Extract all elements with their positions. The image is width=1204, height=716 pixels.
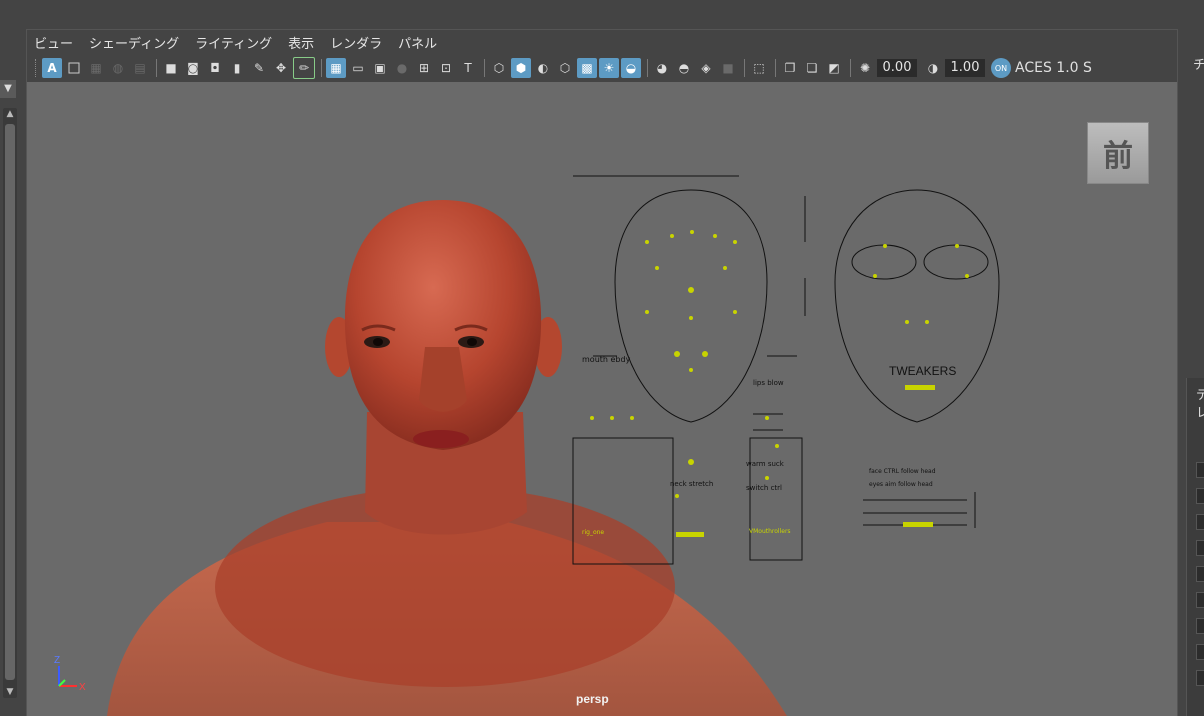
menu-shading[interactable]: シェーディング xyxy=(89,33,179,52)
smooth-shade-icon[interactable]: ⬢ xyxy=(511,58,531,78)
wireframe-on-shaded-icon[interactable]: ⬡ xyxy=(555,58,575,78)
isolate-select-icon[interactable]: ⬚ xyxy=(749,58,769,78)
xray-icon[interactable]: ❐ xyxy=(780,58,800,78)
separator xyxy=(156,59,157,77)
separator xyxy=(850,59,851,77)
menu-lighting[interactable]: ライティング xyxy=(195,33,272,52)
gate-mask-icon[interactable]: ● xyxy=(392,58,412,78)
select-camera-icon[interactable]: A xyxy=(42,58,62,78)
panel-menubar: ビュー シェーディング ライティング 表示 レンダラ パネル xyxy=(27,30,453,54)
rig-name-label: rig_one xyxy=(582,529,605,536)
color-management-icon[interactable]: ON xyxy=(991,58,1011,78)
separator xyxy=(321,59,322,77)
xray-joints-icon[interactable]: ❏ xyxy=(802,58,822,78)
separator xyxy=(484,59,485,77)
camera-icon[interactable]: ■ xyxy=(161,58,181,78)
right-checkbox[interactable] xyxy=(1196,566,1204,582)
anti-aliasing-icon[interactable]: ◈ xyxy=(696,58,716,78)
left-scrollbar[interactable]: ▲ ▼ xyxy=(3,108,17,698)
dropdown-arrow-icon[interactable]: ▼ xyxy=(0,80,16,98)
scroll-up-icon[interactable]: ▲ xyxy=(3,108,17,120)
slider-bar xyxy=(903,522,933,527)
right-panel-title: チ xyxy=(1193,58,1204,73)
slider2-label: eyes aim follow head xyxy=(869,481,933,488)
separator xyxy=(647,59,648,77)
title-strip xyxy=(0,0,1204,26)
tweakers-label: TWEAKERS xyxy=(889,364,957,378)
default-material-icon[interactable]: ◐ xyxy=(533,58,553,78)
bookmarks-icon[interactable]: ▦ xyxy=(86,58,106,78)
right-label-1: デ xyxy=(1196,388,1204,403)
separator xyxy=(775,59,776,77)
separator xyxy=(744,59,745,77)
viewport-3d[interactable]: TWEAKERS mouth ebdy lips blow neck stret… xyxy=(27,82,1177,716)
view-previous-icon[interactable]: ▤ xyxy=(130,58,150,78)
toolbar-grip xyxy=(35,59,39,77)
mouth-bar xyxy=(676,532,704,537)
switch-label: switch ctrl xyxy=(746,484,782,492)
camera-track-icon[interactable]: ◙ xyxy=(183,58,203,78)
feature-label: VMouthrollers xyxy=(749,528,791,535)
right-checkbox[interactable] xyxy=(1196,488,1204,504)
right-checkbox[interactable] xyxy=(1196,644,1204,660)
neck-stretch-label: neck stretch xyxy=(670,480,714,488)
left-pupil xyxy=(373,338,383,346)
xray-components-icon[interactable]: ◩ xyxy=(824,58,844,78)
textured-icon[interactable]: ▩ xyxy=(577,58,597,78)
right-pupil xyxy=(467,338,477,346)
color-space-dropdown[interactable]: ACES 1.0 S xyxy=(1015,60,1092,76)
right-checkbox[interactable] xyxy=(1196,540,1204,556)
gamma-icon[interactable]: ◑ xyxy=(923,58,943,78)
film-gate-icon[interactable]: ▭ xyxy=(348,58,368,78)
mouth xyxy=(413,430,469,448)
grease-pencil-icon[interactable]: ✎ xyxy=(249,58,269,78)
tweakers-bar xyxy=(905,385,935,390)
image-plane-icon[interactable]: ◍ xyxy=(108,58,128,78)
viewport-scene xyxy=(107,175,1000,716)
lips-blow-label: lips blow xyxy=(753,379,784,387)
scroll-down-icon[interactable]: ▼ xyxy=(3,686,17,698)
motion-blur-icon[interactable]: ◓ xyxy=(674,58,694,78)
2d-pan-icon[interactable]: ✥ xyxy=(271,58,291,78)
shadows-icon[interactable]: ◒ xyxy=(621,58,641,78)
axis-z-label: Z xyxy=(54,655,60,666)
grid-icon[interactable]: ▦ xyxy=(326,58,346,78)
mouth-label: mouth ebdy xyxy=(582,355,631,364)
right-checkbox[interactable] xyxy=(1196,592,1204,608)
scroll-thumb[interactable] xyxy=(5,124,15,680)
right-label-2: レ xyxy=(1196,406,1204,421)
menu-view[interactable]: ビュー xyxy=(34,33,73,52)
panel-toolbar: A ▦ ◍ ▤ ■ ◙ ◘ ▮ ✎ ✥ ✏ ▦ ▭ ▣ ● ⊞ ⊡ T ⬡ ⬢ … xyxy=(27,54,1179,82)
menu-show[interactable]: 表示 xyxy=(288,33,314,52)
axis-gizmo-icon: Z X xyxy=(54,655,86,692)
wireframe-icon[interactable]: ⬡ xyxy=(489,58,509,78)
safe-title-icon[interactable]: T xyxy=(458,58,478,78)
right-checkbox[interactable] xyxy=(1196,462,1204,478)
nose xyxy=(419,347,467,412)
gamma-field[interactable]: 1.00 xyxy=(945,59,985,77)
menu-panels[interactable]: パネル xyxy=(398,33,437,52)
exposure-icon[interactable]: ✺ xyxy=(855,58,875,78)
exposure-field[interactable]: 0.00 xyxy=(877,59,917,77)
warm-suck-label: warm suck xyxy=(746,460,784,468)
resolution-gate-icon[interactable]: ▣ xyxy=(370,58,390,78)
axis-x-label: X xyxy=(79,682,86,692)
field-chart-icon[interactable]: ⊞ xyxy=(414,58,434,78)
depth-of-field-icon[interactable]: ■ xyxy=(718,58,738,78)
right-checkbox[interactable] xyxy=(1196,670,1204,686)
pencil-icon[interactable]: ✏ xyxy=(293,57,315,79)
slider1-label: face CTRL follow head xyxy=(869,468,936,475)
menu-renderer[interactable]: レンダラ xyxy=(330,33,382,52)
camera-dolly-icon[interactable]: ◘ xyxy=(205,58,225,78)
model-panel: ビュー シェーディング ライティング 表示 レンダラ パネル A ▦ ◍ ▤ ■… xyxy=(26,29,1178,716)
camera-name-label: persp xyxy=(576,692,609,706)
bookmark-icon[interactable]: ▮ xyxy=(227,58,247,78)
screen-space-ao-icon[interactable]: ◕ xyxy=(652,58,672,78)
viewcube[interactable]: 前 xyxy=(1087,122,1149,184)
camera-attributes-icon[interactable] xyxy=(64,58,84,78)
use-all-lights-icon[interactable]: ☀ xyxy=(599,58,619,78)
right-checkbox[interactable] xyxy=(1196,618,1204,634)
safe-action-icon[interactable]: ⊡ xyxy=(436,58,456,78)
right-checkbox[interactable] xyxy=(1196,514,1204,530)
